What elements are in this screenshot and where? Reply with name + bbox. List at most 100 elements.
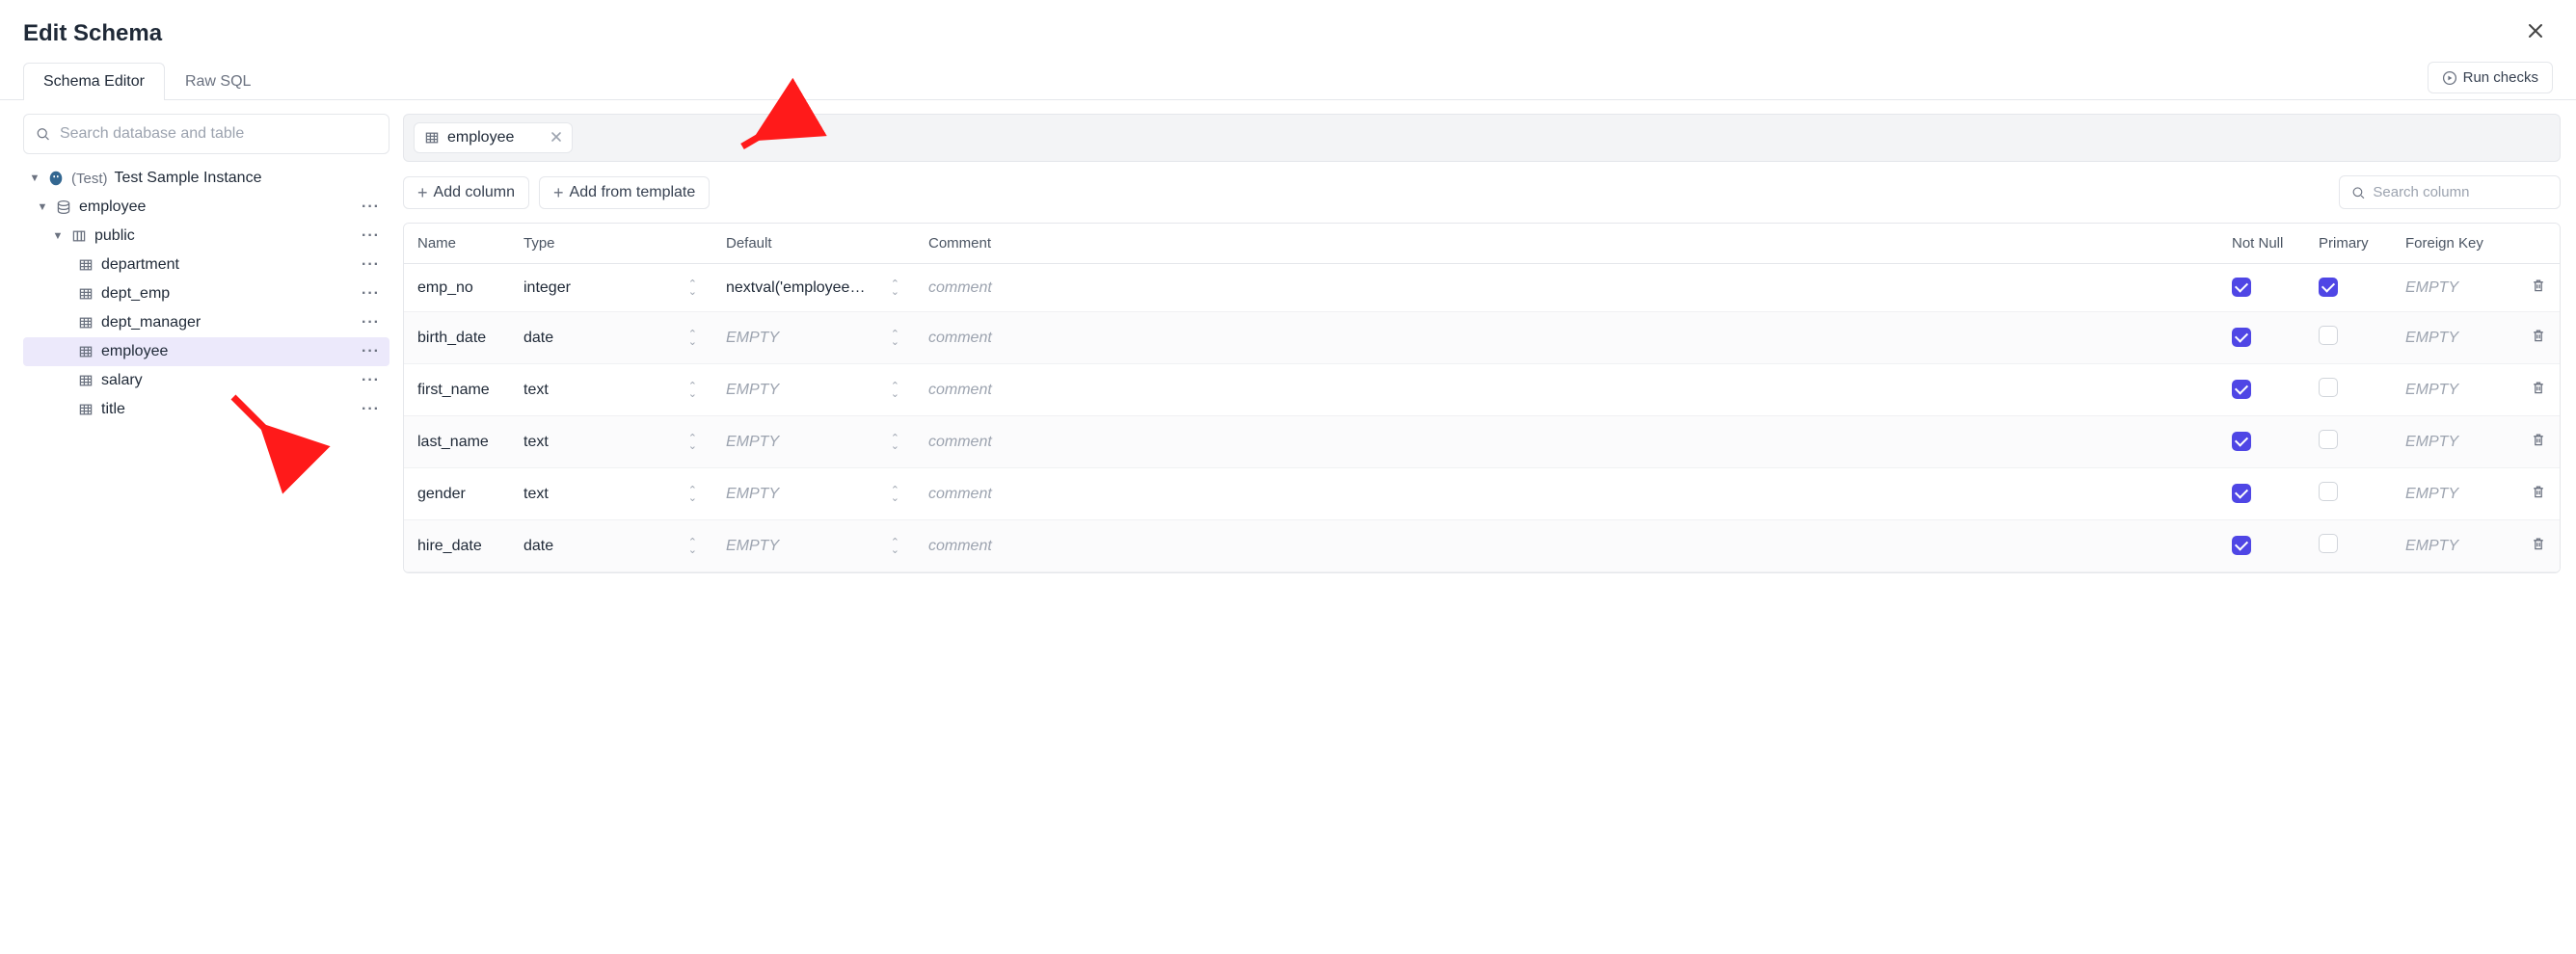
foreign-key-value[interactable]: EMPTY bbox=[2405, 538, 2458, 554]
delete-row-button[interactable] bbox=[2531, 383, 2546, 399]
foreign-key-value[interactable]: EMPTY bbox=[2405, 382, 2458, 398]
col-name[interactable]: emp_no bbox=[404, 264, 510, 312]
comment-input[interactable]: comment bbox=[928, 434, 992, 450]
default-select[interactable]: EMPTY ⌃⌄ bbox=[726, 382, 899, 399]
more-icon[interactable]: ··· bbox=[358, 199, 384, 216]
comment-input[interactable]: comment bbox=[928, 382, 992, 398]
type-select[interactable]: text⌃⌄ bbox=[523, 486, 697, 503]
select-chevron-icon[interactable]: ⌃⌄ bbox=[688, 383, 697, 398]
table-icon bbox=[77, 256, 94, 274]
tree-table-salary[interactable]: salary··· bbox=[23, 366, 389, 395]
foreign-key-value[interactable]: EMPTY bbox=[2405, 279, 2458, 296]
default-select[interactable]: EMPTY ⌃⌄ bbox=[726, 330, 899, 347]
primary-checkbox[interactable] bbox=[2319, 534, 2338, 553]
tree-instance[interactable]: ▼ (Test) Test Sample Instance bbox=[23, 164, 389, 193]
close-icon bbox=[2526, 21, 2545, 40]
default-value[interactable]: EMPTY bbox=[726, 330, 779, 347]
more-icon[interactable]: ··· bbox=[358, 401, 384, 418]
select-chevron-icon[interactable]: ⌃⌄ bbox=[891, 383, 899, 398]
default-value[interactable]: EMPTY bbox=[726, 538, 779, 555]
default-select[interactable]: nextval('employee… ⌃⌄ bbox=[726, 279, 899, 297]
type-select[interactable]: date⌃⌄ bbox=[523, 330, 697, 347]
default-select[interactable]: EMPTY ⌃⌄ bbox=[726, 486, 899, 503]
default-value[interactable]: nextval('employee… bbox=[726, 279, 865, 297]
column-search-input[interactable] bbox=[2371, 183, 2548, 201]
primary-checkbox[interactable] bbox=[2319, 326, 2338, 345]
comment-input[interactable]: comment bbox=[928, 486, 992, 502]
not-null-checkbox[interactable] bbox=[2232, 432, 2251, 451]
more-icon[interactable]: ··· bbox=[358, 343, 384, 360]
select-chevron-icon[interactable]: ⌃⌄ bbox=[688, 539, 697, 554]
comment-input[interactable]: comment bbox=[928, 279, 992, 296]
table-row: first_name text⌃⌄ EMPTY ⌃⌄ comment EMPTY bbox=[404, 364, 2560, 416]
not-null-checkbox[interactable] bbox=[2232, 328, 2251, 347]
delete-row-button[interactable] bbox=[2531, 435, 2546, 451]
col-name[interactable]: hire_date bbox=[404, 520, 510, 572]
foreign-key-value[interactable]: EMPTY bbox=[2405, 486, 2458, 502]
primary-checkbox[interactable] bbox=[2319, 482, 2338, 501]
select-chevron-icon[interactable]: ⌃⌄ bbox=[891, 487, 899, 502]
add-column-button[interactable]: + Add column bbox=[403, 176, 529, 209]
sidebar-search[interactable] bbox=[23, 114, 389, 154]
primary-checkbox[interactable] bbox=[2319, 430, 2338, 449]
tree-table-employee[interactable]: employee··· bbox=[23, 337, 389, 366]
page-title: Edit Schema bbox=[23, 20, 162, 47]
sidebar-search-input[interactable] bbox=[58, 124, 377, 144]
col-name[interactable]: gender bbox=[404, 468, 510, 520]
select-chevron-icon[interactable]: ⌃⌄ bbox=[688, 331, 697, 346]
select-chevron-icon[interactable]: ⌃⌄ bbox=[688, 487, 697, 502]
foreign-key-value[interactable]: EMPTY bbox=[2405, 434, 2458, 450]
comment-input[interactable]: comment bbox=[928, 538, 992, 554]
type-select[interactable]: integer⌃⌄ bbox=[523, 279, 697, 297]
default-value[interactable]: EMPTY bbox=[726, 434, 779, 451]
more-icon[interactable]: ··· bbox=[358, 285, 384, 303]
select-chevron-icon[interactable]: ⌃⌄ bbox=[688, 280, 697, 296]
more-icon[interactable]: ··· bbox=[358, 256, 384, 274]
tree-table-title[interactable]: title··· bbox=[23, 395, 389, 424]
type-select[interactable]: text⌃⌄ bbox=[523, 382, 697, 399]
close-button[interactable] bbox=[2518, 17, 2553, 50]
col-name[interactable]: first_name bbox=[404, 364, 510, 416]
tab-schema-editor[interactable]: Schema Editor bbox=[23, 63, 165, 100]
tree-schema[interactable]: ▼ public ··· bbox=[23, 222, 389, 251]
tree-database[interactable]: ▼ employee ··· bbox=[23, 193, 389, 222]
search-icon bbox=[36, 126, 50, 142]
default-select[interactable]: EMPTY ⌃⌄ bbox=[726, 434, 899, 451]
tree-table-department[interactable]: department··· bbox=[23, 251, 389, 279]
select-chevron-icon[interactable]: ⌃⌄ bbox=[891, 331, 899, 346]
delete-row-button[interactable] bbox=[2531, 487, 2546, 503]
more-icon[interactable]: ··· bbox=[358, 227, 384, 245]
not-null-checkbox[interactable] bbox=[2232, 484, 2251, 503]
breadcrumb-close-icon[interactable] bbox=[522, 130, 562, 146]
not-null-checkbox[interactable] bbox=[2232, 278, 2251, 297]
not-null-checkbox[interactable] bbox=[2232, 536, 2251, 555]
select-chevron-icon[interactable]: ⌃⌄ bbox=[891, 280, 899, 296]
select-chevron-icon[interactable]: ⌃⌄ bbox=[891, 435, 899, 450]
tab-raw-sql[interactable]: Raw SQL bbox=[165, 63, 271, 100]
more-icon[interactable]: ··· bbox=[358, 372, 384, 389]
select-chevron-icon[interactable]: ⌃⌄ bbox=[688, 435, 697, 450]
not-null-checkbox[interactable] bbox=[2232, 380, 2251, 399]
tree-table-dept_manager[interactable]: dept_manager··· bbox=[23, 308, 389, 337]
foreign-key-value[interactable]: EMPTY bbox=[2405, 330, 2458, 346]
tree-table-dept_emp[interactable]: dept_emp··· bbox=[23, 279, 389, 308]
column-search[interactable] bbox=[2339, 175, 2561, 209]
col-name[interactable]: last_name bbox=[404, 416, 510, 468]
select-chevron-icon[interactable]: ⌃⌄ bbox=[891, 539, 899, 554]
delete-row-button[interactable] bbox=[2531, 331, 2546, 347]
type-select[interactable]: date⌃⌄ bbox=[523, 538, 697, 555]
breadcrumb-chip[interactable]: employee bbox=[414, 122, 573, 153]
primary-checkbox[interactable] bbox=[2319, 278, 2338, 297]
run-checks-button[interactable]: Run checks bbox=[2428, 62, 2553, 93]
delete-row-button[interactable] bbox=[2531, 280, 2546, 297]
default-value[interactable]: EMPTY bbox=[726, 382, 779, 399]
more-icon[interactable]: ··· bbox=[358, 314, 384, 331]
primary-checkbox[interactable] bbox=[2319, 378, 2338, 397]
default-value[interactable]: EMPTY bbox=[726, 486, 779, 503]
type-select[interactable]: text⌃⌄ bbox=[523, 434, 697, 451]
delete-row-button[interactable] bbox=[2531, 539, 2546, 555]
default-select[interactable]: EMPTY ⌃⌄ bbox=[726, 538, 899, 555]
add-from-template-button[interactable]: + Add from template bbox=[539, 176, 710, 209]
comment-input[interactable]: comment bbox=[928, 330, 992, 346]
col-name[interactable]: birth_date bbox=[404, 312, 510, 364]
